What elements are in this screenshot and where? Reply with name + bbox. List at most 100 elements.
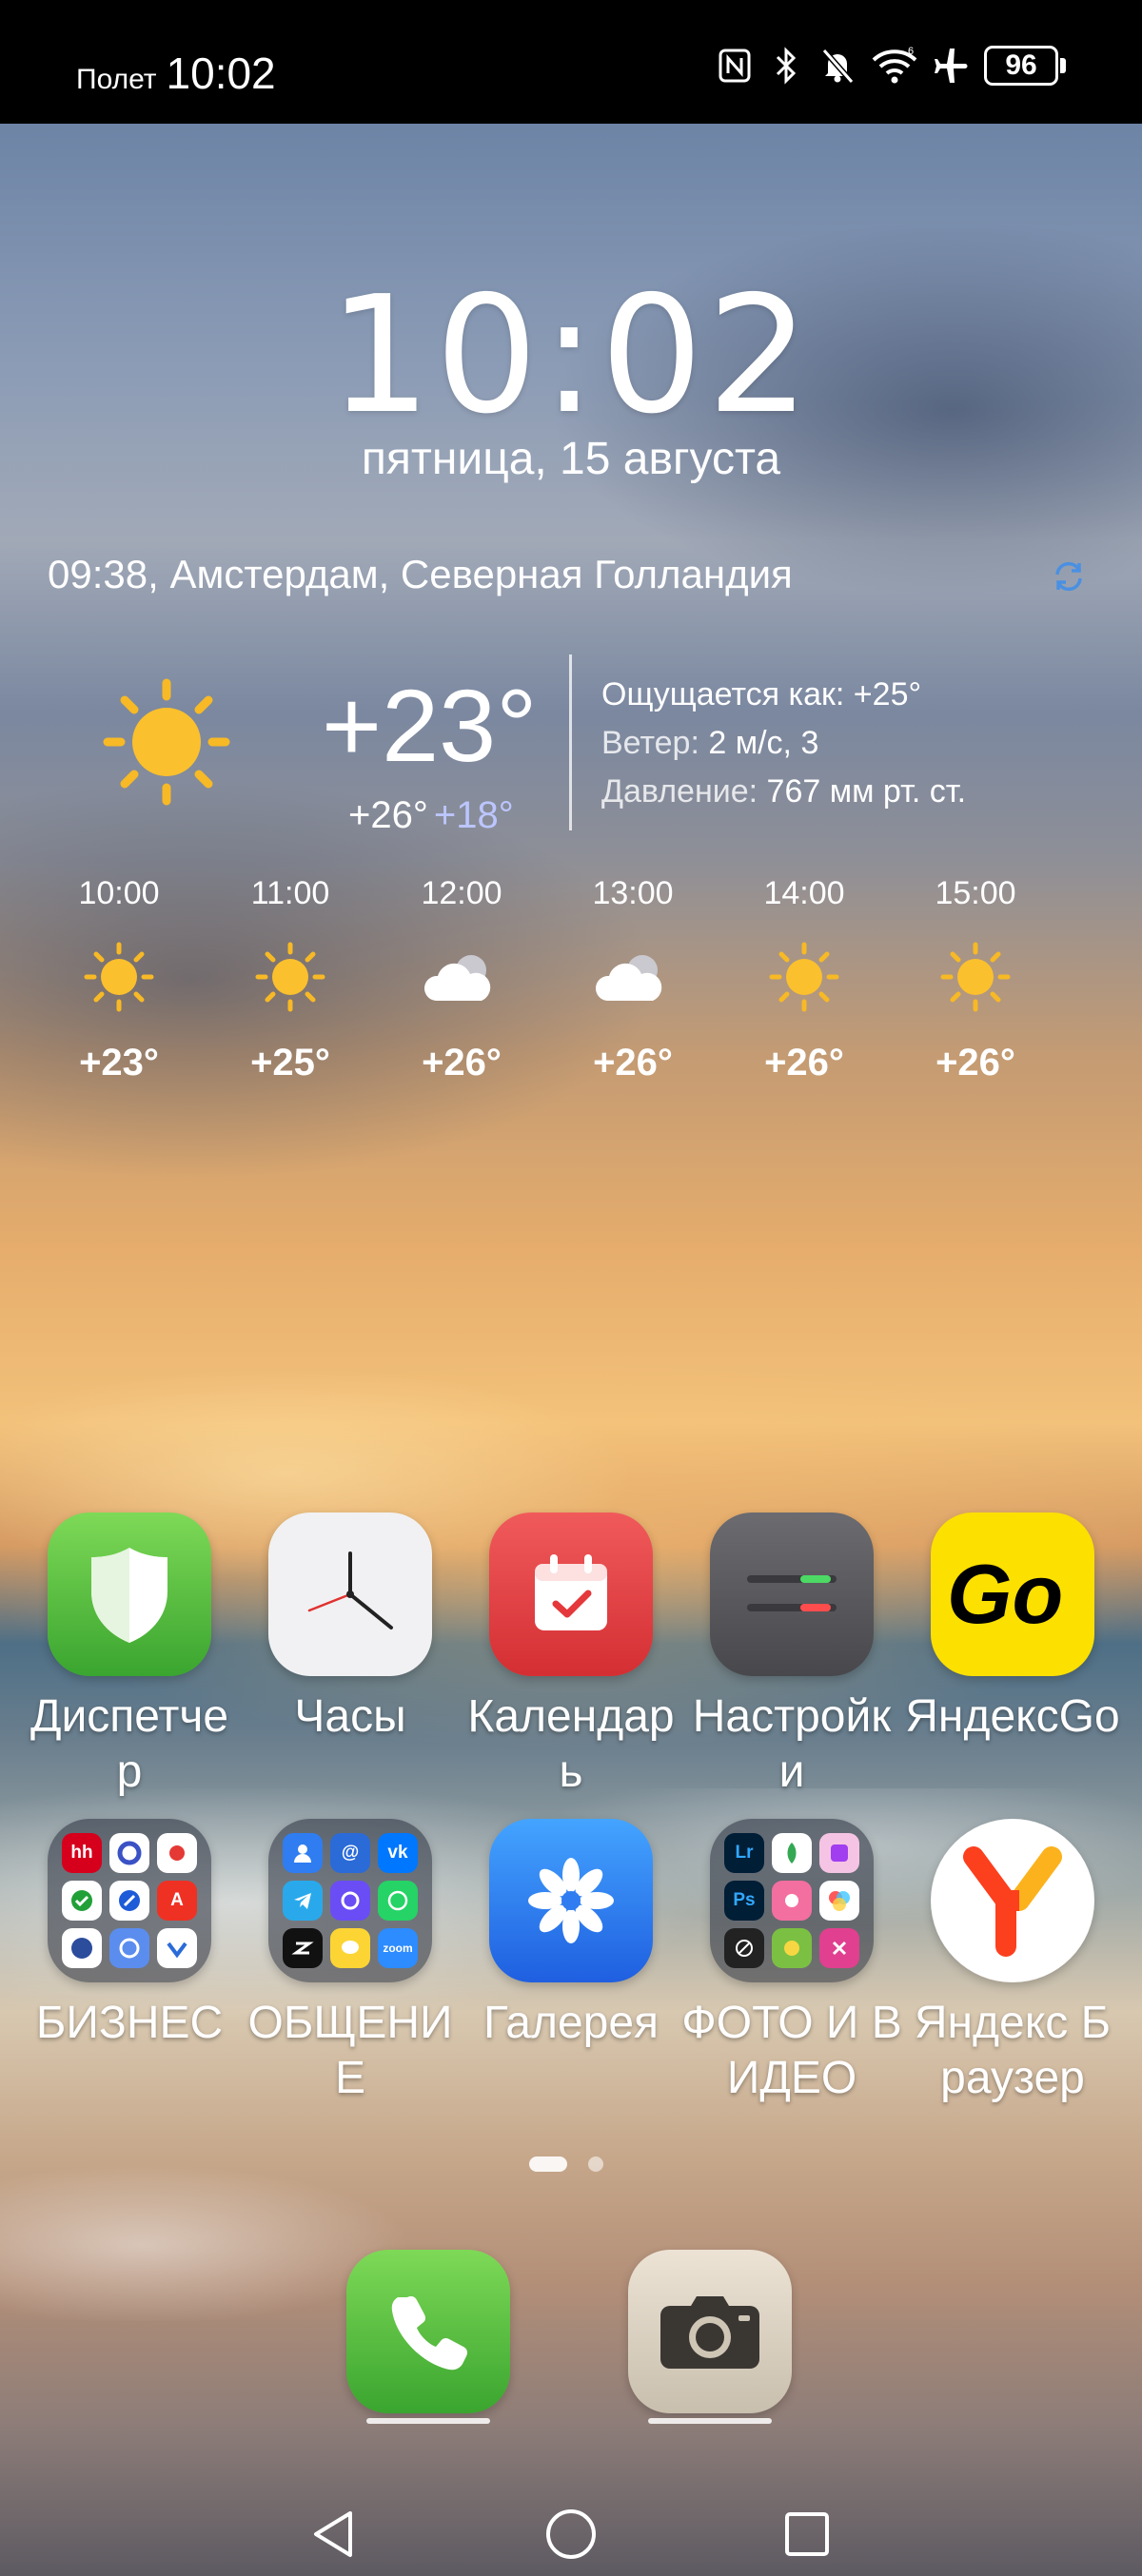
weather-update-location[interactable]: 09:38, Амстердам, Северная Голландия: [48, 552, 793, 597]
hourly-item: 13:00 +26°: [547, 875, 719, 1084]
yandex-browser-icon[interactable]: [931, 1819, 1094, 1982]
status-time: 10:02: [166, 49, 276, 98]
hour-temp: +26°: [764, 1042, 844, 1083]
page-indicator[interactable]: [529, 2156, 603, 2172]
hour-time: 13:00: [592, 875, 674, 911]
dock-phone[interactable]: [346, 2250, 510, 2413]
battery-icon: 96: [984, 46, 1066, 86]
svg-text:6: 6: [908, 47, 914, 57]
hourly-item: 15:00 +26°: [890, 875, 1061, 1084]
hour-temp: +25°: [250, 1042, 330, 1083]
dock-camera[interactable]: [628, 2250, 792, 2413]
mini-app-icon: [157, 1833, 197, 1873]
mini-app-icon: [109, 1833, 149, 1873]
hourly-item: 11:00 +25°: [205, 875, 376, 1084]
app-yandex-browser[interactable]: Яндекс Браузер: [902, 1819, 1123, 2106]
folder-photo-video[interactable]: Lr Ps ФОТО И ВИДЕО: [681, 1819, 902, 2106]
photoshop-app-icon: Ps: [724, 1881, 764, 1921]
wind-label: Ветер:: [601, 725, 699, 761]
pressure-value: 767 мм рт. ст.: [766, 773, 967, 810]
folder-business[interactable]: hh A БИЗНЕС: [19, 1819, 240, 2106]
app-label: БИЗНЕС: [35, 1998, 224, 2048]
folder-communication[interactable]: @ vk zoom ОБЩЕНИЕ: [240, 1819, 461, 2106]
mail-app-icon: @: [330, 1833, 370, 1873]
hour-temp: +26°: [935, 1042, 1015, 1083]
vk-app-icon: vk: [378, 1833, 418, 1873]
app-label: ОБЩЕНИЕ: [247, 1998, 453, 2103]
hourly-forecast[interactable]: 10:00 +23° 11:00 +25° 12:00 +26° 13:00 +…: [33, 875, 1128, 1084]
yandex-go-icon[interactable]: Go: [931, 1512, 1094, 1676]
pressure-label: Давление:: [601, 773, 758, 810]
messenger-app-icon: [330, 1881, 370, 1921]
hour-temp: +26°: [422, 1042, 502, 1083]
sun-icon: [205, 929, 376, 1025]
home-icon[interactable]: [541, 2504, 601, 2565]
mini-app-icon: [724, 1928, 764, 1968]
sun-icon: [33, 929, 205, 1025]
app-label: Настройки: [692, 1691, 892, 1797]
mini-app-icon: [62, 1881, 102, 1921]
phone-icon[interactable]: [346, 2250, 510, 2413]
mini-app-icon: [819, 1928, 859, 1968]
temperature-high: +26°: [348, 794, 428, 836]
app-dispatcher[interactable]: Диспетчер: [19, 1512, 240, 1800]
hour-time: 11:00: [250, 875, 330, 911]
clock-icon[interactable]: [268, 1512, 432, 1676]
app-settings[interactable]: Настройки: [681, 1512, 902, 1800]
page-dot[interactable]: [588, 2156, 603, 2172]
mini-app-icon: [283, 1928, 323, 1968]
mini-app-icon: [109, 1881, 149, 1921]
status-left: Полет 10:02: [76, 48, 276, 99]
navigation-bar: [0, 2473, 1142, 2576]
mini-app-icon: [819, 1833, 859, 1873]
refresh-icon[interactable]: [1052, 559, 1086, 594]
nfc-icon: [716, 47, 754, 85]
folder-icon[interactable]: Lr Ps: [710, 1819, 874, 1982]
battery-level: 96: [984, 46, 1058, 86]
clock-widget-time[interactable]: 10:02: [0, 262, 1142, 450]
recents-icon[interactable]: [777, 2504, 837, 2565]
hour-temp: +23°: [79, 1042, 159, 1083]
hour-time: 10:00: [78, 875, 160, 911]
hour-time: 12:00: [421, 875, 502, 911]
zoom-app-icon: zoom: [378, 1928, 418, 1968]
app-gallery[interactable]: Галерея: [461, 1819, 681, 2106]
airplane-icon: [933, 47, 971, 85]
mini-app-icon: [772, 1928, 812, 1968]
back-icon[interactable]: [303, 2504, 364, 2565]
shield-icon[interactable]: [48, 1512, 211, 1676]
snapseed-app-icon: [772, 1833, 812, 1873]
clock-widget-date[interactable]: пятница, 15 августа: [0, 433, 1142, 485]
mini-app-icon: [157, 1928, 197, 1968]
sun-icon: [100, 675, 233, 809]
app-label: Часы: [294, 1691, 406, 1742]
hh-app-icon: hh: [62, 1833, 102, 1873]
dock-camera-indicator: [648, 2418, 772, 2424]
status-bar: Полет 10:02 6 96: [0, 0, 1142, 124]
settings-icon[interactable]: [710, 1512, 874, 1676]
app-calendar[interactable]: Календарь: [461, 1512, 681, 1800]
telegram-app-icon: [283, 1881, 323, 1921]
page-dot-active[interactable]: [529, 2156, 567, 2172]
whatsapp-app-icon: [378, 1881, 418, 1921]
chat-app-icon: [330, 1928, 370, 1968]
hour-time: 15:00: [935, 875, 1016, 911]
app-clock[interactable]: Часы: [240, 1512, 461, 1800]
current-temperature[interactable]: +23°: [322, 666, 537, 785]
wind-value: 2 м/с, 3: [708, 725, 819, 761]
dock-phone-indicator: [366, 2418, 490, 2424]
app-yandex-go[interactable]: Go ЯндексGo: [902, 1512, 1123, 1800]
battery-tip: [1060, 58, 1066, 73]
folder-icon[interactable]: @ vk zoom: [268, 1819, 432, 1982]
gallery-flower-icon[interactable]: [489, 1819, 653, 1982]
mini-app-icon: [109, 1928, 149, 1968]
folder-icon[interactable]: hh A: [48, 1819, 211, 1982]
temperature-low: +18°: [433, 794, 514, 836]
calendar-icon[interactable]: [489, 1512, 653, 1676]
camera-icon[interactable]: [628, 2250, 792, 2413]
pressure-row: Давление: 767 мм рт. ст.: [601, 768, 966, 816]
silent-bell-icon: [818, 47, 856, 85]
temperature-range: +26° +18°: [348, 794, 514, 837]
hourly-item: 10:00 +23°: [33, 875, 205, 1084]
hour-time: 14:00: [763, 875, 845, 911]
